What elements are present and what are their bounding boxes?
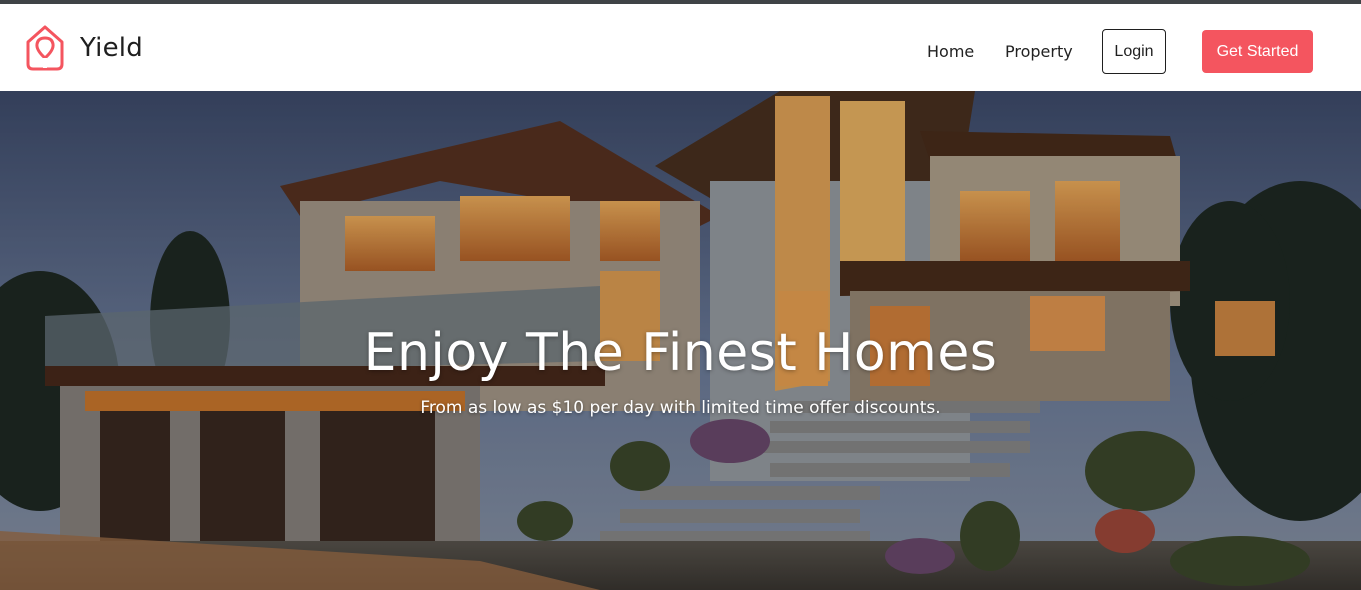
login-button[interactable]: Login	[1102, 29, 1166, 74]
hero-subtitle: From as low as $10 per day with limited …	[420, 398, 941, 418]
home-logo-icon	[26, 25, 64, 71]
navbar: Yield Home Property Login Get Started	[0, 4, 1361, 91]
nav-link-property[interactable]: Property	[1005, 42, 1073, 61]
brand-link[interactable]: Yield	[24, 24, 143, 72]
hero-title: Enjoy The Finest Homes	[363, 323, 998, 383]
brand-name: Yield	[80, 33, 143, 63]
get-started-button[interactable]: Get Started	[1202, 30, 1313, 73]
nav-link-home[interactable]: Home	[927, 42, 974, 61]
hero-section: Enjoy The Finest Homes From as low as $1…	[0, 91, 1361, 590]
